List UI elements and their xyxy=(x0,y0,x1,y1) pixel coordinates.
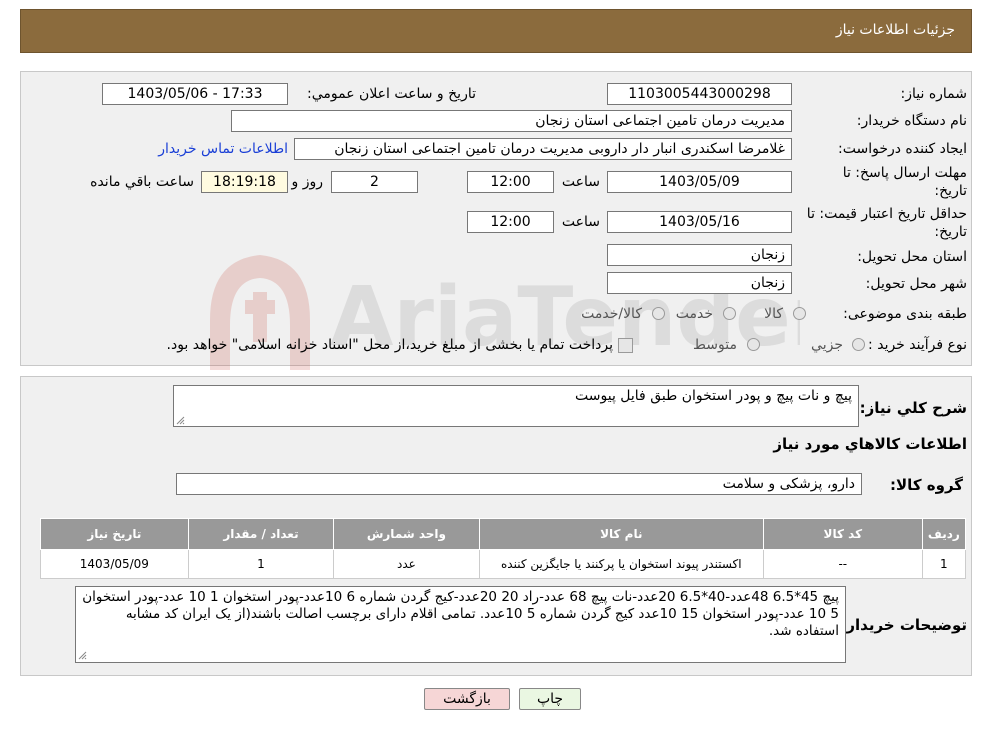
summary-text: پیچ و نات پیچ و پودر استخوان طبق فایل پی… xyxy=(575,388,852,404)
page-title: جزئیات اطلاعات نیاز xyxy=(835,22,955,38)
deadline-date-field: 1403/05/09 xyxy=(607,171,792,193)
resize-grip-icon[interactable] xyxy=(78,651,87,660)
purchase-option-medium: متوسط xyxy=(693,337,737,353)
buyer-contact-link[interactable]: اطلاعات تماس خريدار xyxy=(158,141,288,157)
city-label: شهر محل تحويل: xyxy=(865,276,967,292)
validity-date-field: 1403/05/16 xyxy=(607,211,792,233)
column-header: واحد شمارش xyxy=(333,518,480,550)
back-button[interactable]: بازگشت xyxy=(424,688,510,710)
category-radio-goods-service[interactable] xyxy=(652,307,665,320)
table-row[interactable]: 1 -- اکستندر پیوند استخوان یا پرکنند یا … xyxy=(40,549,967,579)
table-cell: -- xyxy=(762,549,923,579)
purchase-radio-minor[interactable] xyxy=(852,338,865,351)
table-header-row: رديف کد کالا نام کالا واحد شمارش تعداد /… xyxy=(40,518,967,550)
remaining-time-label: ساعت باقي مانده xyxy=(90,174,194,190)
treasury-checkbox-icon[interactable] xyxy=(618,337,633,353)
deadline-label-line2: تاريخ: xyxy=(934,183,967,199)
category-option-goods: کالا xyxy=(764,306,783,322)
validity-hour-label: ساعت xyxy=(561,214,600,230)
province-field: زنجان xyxy=(607,244,792,266)
purchase-note: پرداخت تمام يا بخشی از مبلغ خريد،از محل … xyxy=(166,337,613,353)
category-label: طبقه بندی موضوعی: xyxy=(843,306,967,322)
need-number-label: شماره نیاز: xyxy=(900,86,968,102)
category-radio-service[interactable] xyxy=(723,307,736,320)
deadline-time-field: 12:00 xyxy=(467,171,554,193)
column-header: رديف xyxy=(921,518,967,550)
table-cell: عدد xyxy=(333,549,480,579)
buyer-org-field: مدیریت درمان تامین اجتماعی استان زنجان xyxy=(231,110,792,132)
category-radio-goods[interactable] xyxy=(793,307,806,320)
resize-grip-icon[interactable] xyxy=(176,416,185,425)
table-cell: 1 xyxy=(921,549,967,579)
column-header: تاريخ نياز xyxy=(40,518,189,550)
category-option-service: خدمت xyxy=(675,306,713,322)
province-label: استان محل تحويل: xyxy=(857,249,967,265)
goods-group-field: دارو، پزشکی و سلامت xyxy=(176,473,862,495)
category-option-goods-service: کالا/خدمت xyxy=(581,306,642,322)
validity-time-field: 12:00 xyxy=(467,211,554,233)
items-table-container: رديف کد کالا نام کالا واحد شمارش تعداد /… xyxy=(40,518,967,579)
announce-label: تاریخ و ساعت اعلان عمومي: xyxy=(307,86,476,102)
goods-group-label: گروه کالا: xyxy=(890,476,963,494)
buyer-notes-text: پیچ 45*6.5 48عدد-40*6.5 20عدد-نات پیچ 68… xyxy=(82,589,839,639)
table-cell: 1 xyxy=(187,549,335,579)
validity-label-line1: حداقل تاريخ اعتبار قيمت: تا xyxy=(806,206,967,222)
summary-label: شرح کلي نياز: xyxy=(859,399,967,417)
goods-info-title: اطلاعات کالاهاي مورد نياز xyxy=(773,435,967,453)
announce-datetime-field: 1403/05/06 - 17:33 xyxy=(102,83,288,105)
items-table: رديف کد کالا نام کالا واحد شمارش تعداد /… xyxy=(40,518,967,579)
purchase-type-label: نوع فرآيند خريد : xyxy=(868,337,967,353)
requester-field: غلامرضا اسکندری انبار دار داروبی مدیریت … xyxy=(294,138,792,160)
page-header: جزئیات اطلاعات نیاز xyxy=(20,9,972,53)
deadline-label-line1: مهلت ارسال پاسخ: تا xyxy=(842,165,967,181)
column-header: تعداد / مقدار xyxy=(187,518,335,550)
buyer-notes-textarea[interactable]: پیچ 45*6.5 48عدد-40*6.5 20عدد-نات پیچ 68… xyxy=(75,586,846,663)
column-header: کد کالا xyxy=(762,518,923,550)
deadline-hour-label: ساعت xyxy=(561,174,600,190)
days-label: روز و xyxy=(291,174,324,190)
table-cell: اکستندر پیوند استخوان یا پرکنند یا جایگز… xyxy=(478,549,764,579)
summary-textarea[interactable]: پیچ و نات پیچ و پودر استخوان طبق فایل پی… xyxy=(173,385,859,427)
table-cell: 1403/05/09 xyxy=(40,549,189,579)
need-number-field: 1103005443000298 xyxy=(607,83,792,105)
remaining-time-field: 18:19:18 xyxy=(201,171,288,193)
validity-label-line2: تاريخ: xyxy=(934,224,967,240)
buyer-org-label: نام دستگاه خريدار: xyxy=(856,113,967,129)
purchase-radio-medium[interactable] xyxy=(747,338,760,351)
days-remaining-field: 2 xyxy=(331,171,418,193)
column-header: نام کالا xyxy=(478,518,764,550)
purchase-option-minor: جزيي xyxy=(811,337,843,353)
requester-label: ايجاد کننده درخواست: xyxy=(838,141,967,157)
city-field: زنجان xyxy=(607,272,792,294)
buyer-notes-label: توضيحات خريدار: xyxy=(840,616,967,634)
print-button[interactable]: چاپ xyxy=(519,688,581,710)
